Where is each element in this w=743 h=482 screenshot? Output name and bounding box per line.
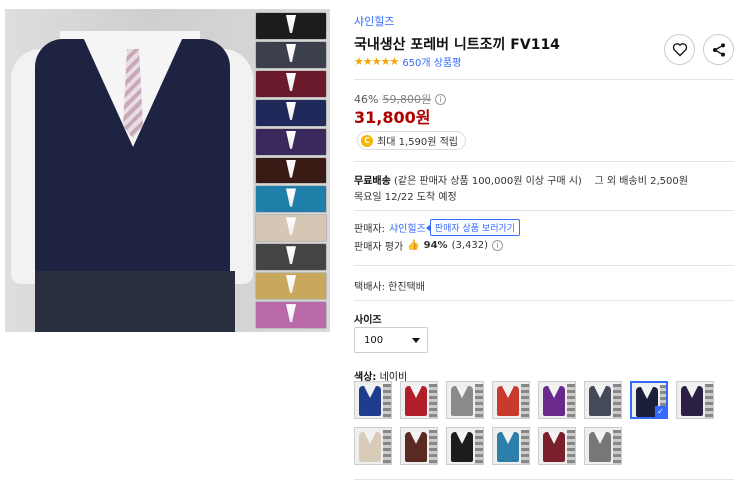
seller-label: 판매자: <box>354 224 385 235</box>
vest-swatch-image <box>497 386 519 416</box>
vest-swatch-image <box>681 386 703 416</box>
vest-swatch-image <box>543 432 565 462</box>
vest-swatch-image <box>497 432 519 462</box>
info-icon[interactable]: i <box>492 240 504 251</box>
vest-swatch-image <box>405 432 427 462</box>
shipping-other-fee: 그 외 배송비 2,500원 <box>594 176 688 187</box>
divider <box>354 161 734 162</box>
color-thumbnail[interactable] <box>255 127 327 156</box>
vest-swatch-image <box>589 386 611 416</box>
color-option[interactable] <box>492 427 530 465</box>
seller-products-tooltip[interactable]: 판매자 상품 보러가기 <box>425 219 521 236</box>
color-option[interactable] <box>400 381 438 419</box>
color-option[interactable] <box>492 381 530 419</box>
product-title: 국내생산 포레버 니트조끼 FV114 <box>354 37 560 53</box>
color-thumbnail[interactable] <box>255 12 327 40</box>
sale-price: 31,800원 <box>354 108 431 127</box>
heart-icon <box>672 43 687 57</box>
color-option[interactable] <box>354 381 392 419</box>
seller-link[interactable]: 샤인힐즈 <box>389 220 426 235</box>
seller-rating-count: (3,432) <box>451 240 489 251</box>
rating-summary: ★★★★★ 650개 상품평 <box>354 54 461 69</box>
seller-rating-label: 판매자 평가 <box>354 242 404 253</box>
shipping-condition: (같은 판매자 상품 100,000원 이상 구매 시) <box>394 176 582 187</box>
reward-text: 최대 1,590원 적립 <box>377 137 458 148</box>
vest-swatch-image <box>405 386 427 416</box>
color-thumbnail[interactable] <box>255 98 327 127</box>
color-thumbnail[interactable] <box>255 185 327 214</box>
seller-row: 판매자: 샤인힐즈 판매자 상품 보러가기 <box>354 219 521 236</box>
color-option-grid: ✓ <box>354 381 724 465</box>
color-thumbnail[interactable] <box>255 156 327 185</box>
color-thumbnail[interactable] <box>255 40 327 69</box>
vest-swatch-image <box>451 432 473 462</box>
seller-rating-row: 판매자 평가 👍 94% (3,432) i <box>354 238 504 253</box>
share-icon <box>712 42 725 57</box>
star-rating-icon: ★★★★★ <box>354 55 399 68</box>
color-option[interactable] <box>446 427 484 465</box>
carrier-info: 택배사: 한진택배 <box>354 282 425 293</box>
color-option[interactable] <box>676 381 714 419</box>
color-option[interactable] <box>354 427 392 465</box>
chevron-down-icon <box>412 337 420 343</box>
vest-swatch-image <box>543 386 565 416</box>
shipping-label: 무료배송 <box>354 176 391 187</box>
vest-swatch-image <box>359 386 381 416</box>
share-button[interactable] <box>703 34 734 65</box>
color-thumbnail-strip[interactable] <box>252 9 330 332</box>
color-option[interactable] <box>400 427 438 465</box>
color-option[interactable]: ✓ <box>630 381 668 419</box>
brand-link[interactable]: 샤인힐즈 <box>354 13 394 29</box>
color-thumbnail[interactable] <box>255 69 327 98</box>
vest-swatch-image <box>589 432 611 462</box>
divider <box>354 300 734 301</box>
vest-swatch-image <box>359 432 381 462</box>
color-option[interactable] <box>584 381 622 419</box>
color-option[interactable] <box>446 381 484 419</box>
size-selected-value: 100 <box>364 334 384 346</box>
delivery-eta: 목요일 12/22 도착 예정 <box>354 192 457 203</box>
divider <box>354 479 734 480</box>
color-thumbnail[interactable] <box>255 214 327 243</box>
vest-swatch-image <box>451 386 473 416</box>
color-option[interactable] <box>538 381 576 419</box>
color-option[interactable] <box>584 427 622 465</box>
coin-icon: C <box>361 134 373 147</box>
check-icon: ✓ <box>655 406 666 417</box>
shipping-info: 무료배송 (같은 판매자 상품 100,000원 이상 구매 시) 그 외 배송… <box>354 174 688 206</box>
reward-badge[interactable]: C 최대 1,590원 적립 <box>357 131 466 150</box>
thumbs-up-icon: 👍 <box>407 240 420 251</box>
color-thumbnail[interactable] <box>255 243 327 272</box>
divider <box>354 79 734 80</box>
size-label: 사이즈 <box>354 315 382 326</box>
review-count-link[interactable]: 650개 상품평 <box>402 54 461 69</box>
color-option[interactable] <box>538 427 576 465</box>
wishlist-button[interactable] <box>664 34 695 65</box>
color-thumbnail[interactable] <box>255 301 327 329</box>
seller-rating-pct: 94% <box>423 240 448 251</box>
divider <box>354 265 734 266</box>
divider <box>354 210 734 211</box>
size-select[interactable]: 100 <box>354 327 428 353</box>
info-icon[interactable]: i <box>435 93 447 105</box>
color-thumbnail[interactable] <box>255 272 327 301</box>
